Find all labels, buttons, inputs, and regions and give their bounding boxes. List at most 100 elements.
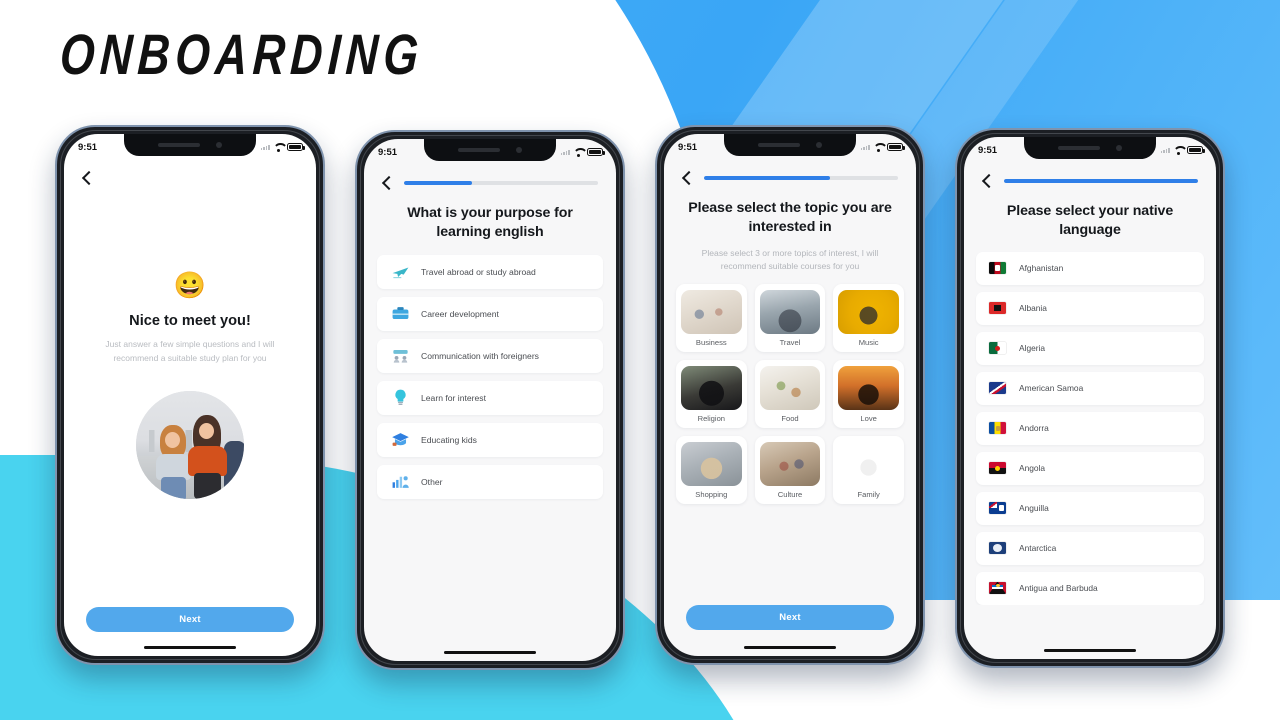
country-name: Albania <box>1019 303 1047 314</box>
home-indicator <box>144 645 236 649</box>
screen-title: What is your purpose for learning englis… <box>407 205 573 241</box>
phone-mockup-welcome: 9:51 😀 Nice to meet you! Just answer a f… <box>55 125 325 665</box>
flag-icon-ag <box>989 582 1006 595</box>
country-name: Algeria <box>1019 343 1046 354</box>
flag-icon-as <box>989 382 1006 395</box>
progress-bar-fill <box>1004 179 1198 183</box>
table-of-dishes-photo <box>759 366 821 411</box>
topic-card-label: Love <box>860 414 877 424</box>
phone-notch <box>424 139 556 161</box>
flag-icon-dz <box>989 342 1006 355</box>
status-time: 9:51 <box>678 141 698 153</box>
airplane-icon <box>391 262 410 281</box>
next-button[interactable]: Next <box>686 605 894 630</box>
topic-card-love[interactable]: Love <box>833 360 904 429</box>
purpose-option-label: Travel abroad or study abroad <box>421 266 536 277</box>
progress-bar <box>704 176 898 180</box>
purpose-option-communication-with-foreigners[interactable]: Communication with foreigners <box>377 338 603 373</box>
battery-icon <box>1187 146 1205 154</box>
purpose-option-travel-abroad-or-study-abroad[interactable]: Travel abroad or study abroad <box>377 254 603 289</box>
phone-notch <box>124 134 256 156</box>
welcome-body: 😀 Nice to meet you! Just answer a few si… <box>64 186 316 656</box>
topic-card-label: Religion <box>697 414 726 424</box>
screen-title: Please select your native language <box>1006 203 1174 239</box>
chevron-left-icon[interactable] <box>679 170 695 186</box>
country-name: Anguilla <box>1019 503 1049 514</box>
signal-icon <box>1160 147 1170 153</box>
signal-icon <box>560 149 570 155</box>
topic-card-religion[interactable]: Religion <box>676 360 747 429</box>
home-indicator <box>1044 648 1136 652</box>
welcome-title: Nice to meet you! <box>129 313 251 329</box>
chevron-left-icon[interactable] <box>379 175 395 191</box>
smiling-face-emoji: 😀 <box>173 270 207 300</box>
shopping-bag-photo <box>681 442 742 487</box>
purpose-option-educating-kids[interactable]: Educating kids <box>377 422 603 457</box>
phone-mockup-purpose: 9:51 What is your purpose for learning e… <box>355 130 625 670</box>
topic-card-travel[interactable]: Travel <box>754 284 826 353</box>
chevron-left-icon[interactable] <box>979 173 995 189</box>
topic-card-label: Travel <box>779 338 801 348</box>
chevron-left-icon[interactable] <box>79 170 95 186</box>
front-camera <box>216 142 222 148</box>
flag-icon-ad <box>989 422 1006 435</box>
country-row-as[interactable]: American Samoa <box>976 371 1204 405</box>
topic-card-food[interactable]: Food <box>754 360 826 429</box>
office-meeting-photo <box>681 290 742 335</box>
battery-icon <box>887 143 905 151</box>
speaker-grille <box>1058 146 1100 150</box>
next-button[interactable]: Next <box>86 607 294 632</box>
front-camera <box>1116 145 1122 151</box>
home-indicator <box>444 650 536 654</box>
purpose-option-label: Career development <box>421 308 499 319</box>
flag-icon-al <box>989 302 1006 315</box>
purpose-option-other[interactable]: Other <box>377 464 603 499</box>
phone-mockup-topics: 9:51 Please select the topic you are int… <box>655 125 925 665</box>
status-time: 9:51 <box>378 146 398 158</box>
country-row-ag[interactable]: Antigua and Barbuda <box>976 571 1204 605</box>
status-time: 9:51 <box>78 141 98 153</box>
topic-card-business[interactable]: Business <box>676 284 747 353</box>
topic-card-label: Shopping <box>695 490 728 500</box>
topic-card-family[interactable]: Family <box>833 436 904 505</box>
topic-card-music[interactable]: Music <box>833 284 904 353</box>
purpose-option-learn-for-interest[interactable]: Learn for interest <box>377 380 603 415</box>
screen-subtitle: Please select 3 or more topics of intere… <box>701 247 879 271</box>
progress-bar-fill <box>704 176 831 180</box>
purpose-option-label: Educating kids <box>421 434 477 445</box>
phone-notch <box>724 134 856 156</box>
topic-card-culture[interactable]: Culture <box>754 436 826 505</box>
speaker-grille <box>158 143 200 147</box>
progress-bar <box>404 181 598 185</box>
praying-hands-photo <box>681 366 742 411</box>
chart-person-icon <box>391 472 410 491</box>
flag-icon-aq <box>989 542 1006 555</box>
crowd-culture-photo <box>759 442 821 487</box>
purpose-option-list: Travel abroad or study abroad Career deve… <box>364 243 616 499</box>
singer-yellow-photo <box>838 290 899 335</box>
flag-icon-ai <box>989 502 1006 515</box>
country-row-ai[interactable]: Anguilla <box>976 491 1204 525</box>
country-row-ao[interactable]: Angola <box>976 451 1204 485</box>
country-row-aq[interactable]: Antarctica <box>976 531 1204 565</box>
country-row-ad[interactable]: Andorra <box>976 411 1204 445</box>
briefcase-icon <box>391 304 410 323</box>
purpose-option-label: Learn for interest <box>421 392 486 403</box>
topic-card-shopping[interactable]: Shopping <box>676 436 747 505</box>
front-camera <box>516 147 522 153</box>
top-nav <box>664 160 916 186</box>
heart-hands-sunset-photo <box>838 366 899 411</box>
mountain-group-photo <box>759 290 821 335</box>
progress-bar <box>1004 179 1198 183</box>
flag-icon-af <box>989 262 1006 275</box>
page-title: ONBOARDING <box>58 23 426 87</box>
progress-bar-fill <box>404 181 472 185</box>
purpose-option-label: Other <box>421 476 443 487</box>
country-row-af[interactable]: Afghanistan <box>976 251 1204 285</box>
country-name: Andorra <box>1019 423 1049 434</box>
purpose-option-career-development[interactable]: Career development <box>377 296 603 331</box>
country-row-al[interactable]: Albania <box>976 291 1204 325</box>
country-name: Antigua and Barbuda <box>1019 583 1098 594</box>
country-row-dz[interactable]: Algeria <box>976 331 1204 365</box>
wifi-icon <box>1173 146 1184 155</box>
